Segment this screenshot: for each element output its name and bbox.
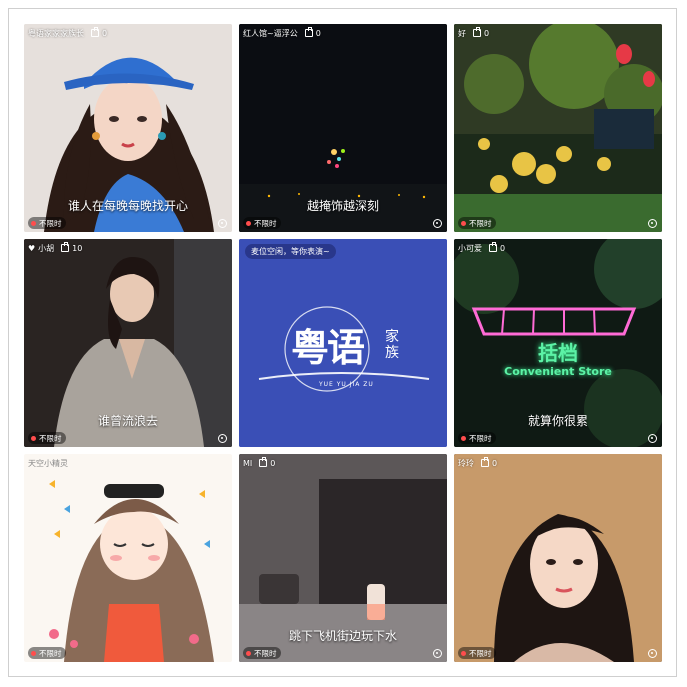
heart-icon: ♥ [28, 243, 36, 253]
live-dot-icon [246, 220, 251, 226]
room-grid: 粤语家家家族长 0 谁人在每晚每晚找开心 不限时 红人馆~逼浮公 0 越掩饰越深… [9, 9, 676, 676]
host-name: 玲玲 [458, 458, 474, 468]
host-name: 好 [458, 28, 466, 38]
time-badge: 不限时 [28, 432, 66, 444]
room-meta: 好 0 [458, 26, 489, 40]
camera-icon[interactable] [218, 434, 227, 443]
gift-icon [489, 242, 497, 252]
gift-icon [91, 27, 99, 37]
gift-count: 0 [270, 458, 276, 468]
room-card-7[interactable]: 天空小精灵 不限时 [24, 454, 232, 662]
time-badge: 不限时 [243, 217, 281, 229]
live-dot-icon [246, 650, 251, 656]
room-caption: 越掩饰越深刻 [306, 199, 379, 213]
host-name: 天空小精灵 [28, 458, 68, 468]
camera-icon[interactable] [648, 219, 657, 228]
gift-icon [473, 27, 481, 37]
gift-icon [481, 457, 489, 467]
seat-free-banner: 麦位空闲，等你表演~ [245, 244, 336, 259]
room-meta: 玲玲 0 [458, 456, 497, 470]
live-dot-icon [461, 220, 466, 226]
logo-sub-text: YUE YU JIA ZU [319, 381, 374, 388]
room-cover-3 [454, 24, 662, 232]
room-card-8[interactable]: MI 0 跳下飞机街边玩下水 不限时 [239, 454, 447, 662]
gift-icon [304, 27, 313, 37]
gift-count: 0 [492, 458, 498, 468]
live-dot-icon [461, 650, 466, 656]
time-badge: 不限时 [458, 217, 496, 229]
camera-icon[interactable] [433, 649, 442, 658]
neon-sign-sub: Convenient Store [504, 365, 612, 378]
room-caption: 谁曾流浪去 [97, 414, 158, 428]
gift-count: 10 [72, 243, 83, 253]
gift-icon [259, 457, 268, 467]
logo-side-text: 家族 [385, 329, 399, 361]
host-name: 小可爱 [458, 243, 482, 253]
gift-count: 0 [484, 28, 490, 38]
room-meta: 天空小精灵 [28, 456, 68, 470]
neon-sign-main: 括档 [538, 341, 578, 365]
room-card-4[interactable]: ♥ 小胡 10 谁曾流浪去 不限时 [24, 239, 232, 447]
room-card-3[interactable]: 好 0 不限时 [454, 24, 662, 232]
room-cover-7 [24, 454, 232, 662]
live-dot-icon [31, 650, 36, 656]
room-meta: ♥ 小胡 10 [28, 241, 82, 255]
room-meta: 小可爱 0 [458, 241, 505, 255]
room-card-5-empty-seat[interactable]: 麦位空闲，等你表演~ 粤语 家族 YUE YU JIA ZU [239, 239, 447, 447]
live-dot-icon [31, 220, 36, 226]
room-card-9[interactable]: 玲玲 0 不限时 [454, 454, 662, 662]
room-caption: 跳下飞机街边玩下水 [288, 629, 397, 643]
host-name: 粤语家家家族长 [28, 28, 84, 38]
room-cover-9 [454, 454, 662, 662]
time-badge: 不限时 [28, 217, 66, 229]
gift-count: 0 [315, 28, 321, 38]
room-meta: MI 0 [243, 456, 275, 470]
gift-count: 0 [102, 28, 108, 38]
room-card-1[interactable]: 粤语家家家族长 0 谁人在每晚每晚找开心 不限时 [24, 24, 232, 232]
gift-icon [61, 242, 70, 252]
room-card-2[interactable]: 红人馆~逼浮公 0 越掩饰越深刻 不限时 [239, 24, 447, 232]
camera-icon[interactable] [648, 649, 657, 658]
camera-icon[interactable] [218, 219, 227, 228]
camera-icon[interactable] [648, 434, 657, 443]
time-badge: 不限时 [458, 647, 496, 659]
live-dot-icon [31, 435, 36, 441]
camera-icon[interactable] [433, 219, 442, 228]
room-caption: 谁人在每晚每晚找开心 [67, 199, 188, 213]
room-caption: 就算你很累 [527, 414, 588, 428]
photo-grid-frame: 粤语家家家族长 0 谁人在每晚每晚找开心 不限时 红人馆~逼浮公 0 越掩饰越深… [8, 8, 677, 677]
logo-main-text: 粤语 [291, 325, 365, 370]
live-dot-icon [461, 435, 466, 441]
time-badge: 不限时 [458, 432, 496, 444]
room-meta: 红人馆~逼浮公 0 [243, 26, 321, 40]
room-card-6[interactable]: 括档 Convenient Store 小可爱 0 就算你很累 不限时 [454, 239, 662, 447]
time-badge: 不限时 [243, 647, 281, 659]
host-name: 红人馆~逼浮公 [243, 28, 298, 38]
gift-count: 0 [500, 243, 506, 253]
host-name: MI [243, 458, 253, 468]
host-name: 小胡 [38, 243, 55, 253]
room-meta: 粤语家家家族长 0 [28, 26, 107, 40]
time-badge: 不限时 [28, 647, 66, 659]
